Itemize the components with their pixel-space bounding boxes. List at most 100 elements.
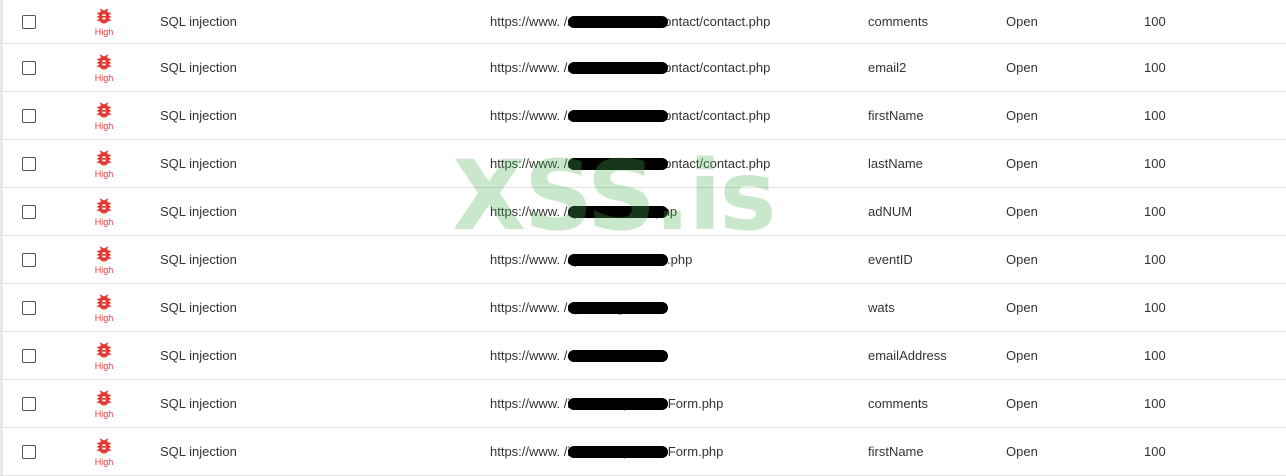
vulnerability-name[interactable]: SQL injection (160, 92, 460, 139)
bug-icon (94, 100, 114, 120)
bug-icon (94, 196, 114, 216)
status-cell: Open (1006, 444, 1038, 459)
row-select-checkbox[interactable] (22, 300, 36, 315)
table-row[interactable]: High SQL injection https://www. /emailUnsu… (0, 332, 1286, 380)
severity-label: High (94, 409, 114, 419)
vulnerable-url[interactable]: https://www. /emailUnsub (490, 347, 668, 365)
url-cell: https://www. /includes/questionForm.php (490, 380, 856, 427)
vulnerable-url[interactable]: https://www. /ajax/adClicked.php (490, 203, 677, 221)
row-select-checkbox[interactable] (22, 444, 36, 459)
row-select-cell (22, 188, 40, 235)
severity-cell: High (88, 44, 120, 91)
bug-icon (94, 244, 114, 264)
score-cell: 100 (1144, 108, 1166, 123)
status-cell: Open (1006, 14, 1038, 29)
redaction-mark (568, 301, 668, 314)
status-cell: Open (1006, 156, 1038, 171)
severity-label: High (94, 73, 114, 83)
table-row[interactable]: High SQL injection https://www. /ajax/adCl… (0, 188, 1286, 236)
parameter-cell: emailAddress (868, 348, 947, 363)
redaction-mark (568, 205, 668, 218)
url-cell: https://www. /upcoming (490, 284, 856, 331)
table-row[interactable]: High SQL injection https://www. /includes/… (0, 380, 1286, 428)
parameter-cell: eventID (868, 252, 913, 267)
redaction-mark (568, 253, 668, 266)
table-row[interactable]: High SQL injection https://www. /shared/cl… (0, 0, 1286, 44)
vulnerability-name[interactable]: SQL injection (160, 332, 460, 379)
vulnerability-name[interactable]: SQL injection (160, 428, 460, 475)
vulnerable-url[interactable]: https://www. /ajax/eventPhotos.php (490, 251, 692, 269)
redaction-mark (568, 61, 668, 74)
severity-label: High (94, 169, 114, 179)
parameter-cell: comments (868, 396, 928, 411)
row-select-cell (22, 0, 40, 43)
row-select-cell (22, 332, 40, 379)
row-select-checkbox[interactable] (22, 396, 36, 411)
row-select-checkbox[interactable] (22, 14, 36, 29)
bug-icon (94, 148, 114, 168)
score-cell: 100 (1144, 156, 1166, 171)
redaction-mark (568, 445, 668, 458)
row-select-checkbox[interactable] (22, 156, 36, 171)
score-cell: 100 (1144, 204, 1166, 219)
url-cell: https://www. /includes/questionForm.php (490, 428, 856, 475)
table-row[interactable]: High SQL injection https://www. /shared/cl… (0, 44, 1286, 92)
severity-cell: High (88, 332, 120, 379)
table-row[interactable]: High SQL injection https://www. /ajax/even… (0, 236, 1286, 284)
score-cell: 100 (1144, 348, 1166, 363)
vulnerable-url[interactable]: https://www. /shared/classes/contact/con… (490, 59, 770, 77)
row-select-checkbox[interactable] (22, 252, 36, 267)
table-row[interactable]: High SQL injection https://www. /shared/cl… (0, 92, 1286, 140)
vulnerability-name[interactable]: SQL injection (160, 140, 460, 187)
severity-cell: High (88, 188, 120, 235)
url-cell: https://www. /shared/classes/contact/con… (490, 44, 856, 91)
severity-cell: High (88, 92, 120, 139)
bug-icon (94, 292, 114, 312)
row-select-cell (22, 236, 40, 283)
row-select-checkbox[interactable] (22, 108, 36, 123)
score-cell: 100 (1144, 396, 1166, 411)
severity-cell: High (88, 236, 120, 283)
vulnerability-name[interactable]: SQL injection (160, 0, 460, 43)
severity-cell: High (88, 428, 120, 475)
vulnerable-url[interactable]: https://www. /includes/questionForm.php (490, 395, 723, 413)
url-cell: https://www. /ajax/eventPhotos.php (490, 236, 856, 283)
table-row[interactable]: High SQL injection https://www. /includes/… (0, 428, 1286, 476)
status-cell: Open (1006, 300, 1038, 315)
row-select-cell (22, 92, 40, 139)
score-cell: 100 (1144, 14, 1166, 29)
parameter-cell: email2 (868, 60, 907, 75)
status-cell: Open (1006, 204, 1038, 219)
row-select-checkbox[interactable] (22, 60, 36, 75)
url-cell: https://www. /ajax/adClicked.php (490, 188, 856, 235)
row-select-checkbox[interactable] (22, 348, 36, 363)
parameter-cell: lastName (868, 156, 923, 171)
redaction-mark (568, 109, 668, 122)
vulnerable-url[interactable]: https://www. /upcoming (490, 299, 668, 317)
url-cell: https://www. /shared/classes/contact/con… (490, 0, 856, 43)
severity-label: High (94, 313, 114, 323)
severity-label: High (94, 27, 114, 37)
vulnerable-url[interactable]: https://www. /shared/classes/contact/con… (490, 13, 770, 31)
parameter-cell: adNUM (868, 204, 913, 219)
status-cell: Open (1006, 60, 1038, 75)
table-row[interactable]: High SQL injection https://www. /upcoming w… (0, 284, 1286, 332)
status-cell: Open (1006, 348, 1038, 363)
severity-label: High (94, 121, 114, 131)
score-cell: 100 (1144, 60, 1166, 75)
vulnerability-name[interactable]: SQL injection (160, 44, 460, 91)
vulnerable-url[interactable]: https://www. /shared/classes/contact/con… (490, 155, 770, 173)
table-row[interactable]: High SQL injection https://www. /shared/cl… (0, 140, 1286, 188)
severity-label: High (94, 457, 114, 467)
vulnerability-name[interactable]: SQL injection (160, 284, 460, 331)
vulnerable-url[interactable]: https://www. /shared/classes/contact/con… (490, 107, 770, 125)
row-select-checkbox[interactable] (22, 204, 36, 219)
row-select-cell (22, 284, 40, 331)
vulnerable-url[interactable]: https://www. /includes/questionForm.php (490, 443, 723, 461)
severity-label: High (94, 217, 114, 227)
bug-icon (94, 436, 114, 456)
vulnerability-name[interactable]: SQL injection (160, 380, 460, 427)
vulnerability-name[interactable]: SQL injection (160, 188, 460, 235)
severity-cell: High (88, 140, 120, 187)
vulnerability-name[interactable]: SQL injection (160, 236, 460, 283)
